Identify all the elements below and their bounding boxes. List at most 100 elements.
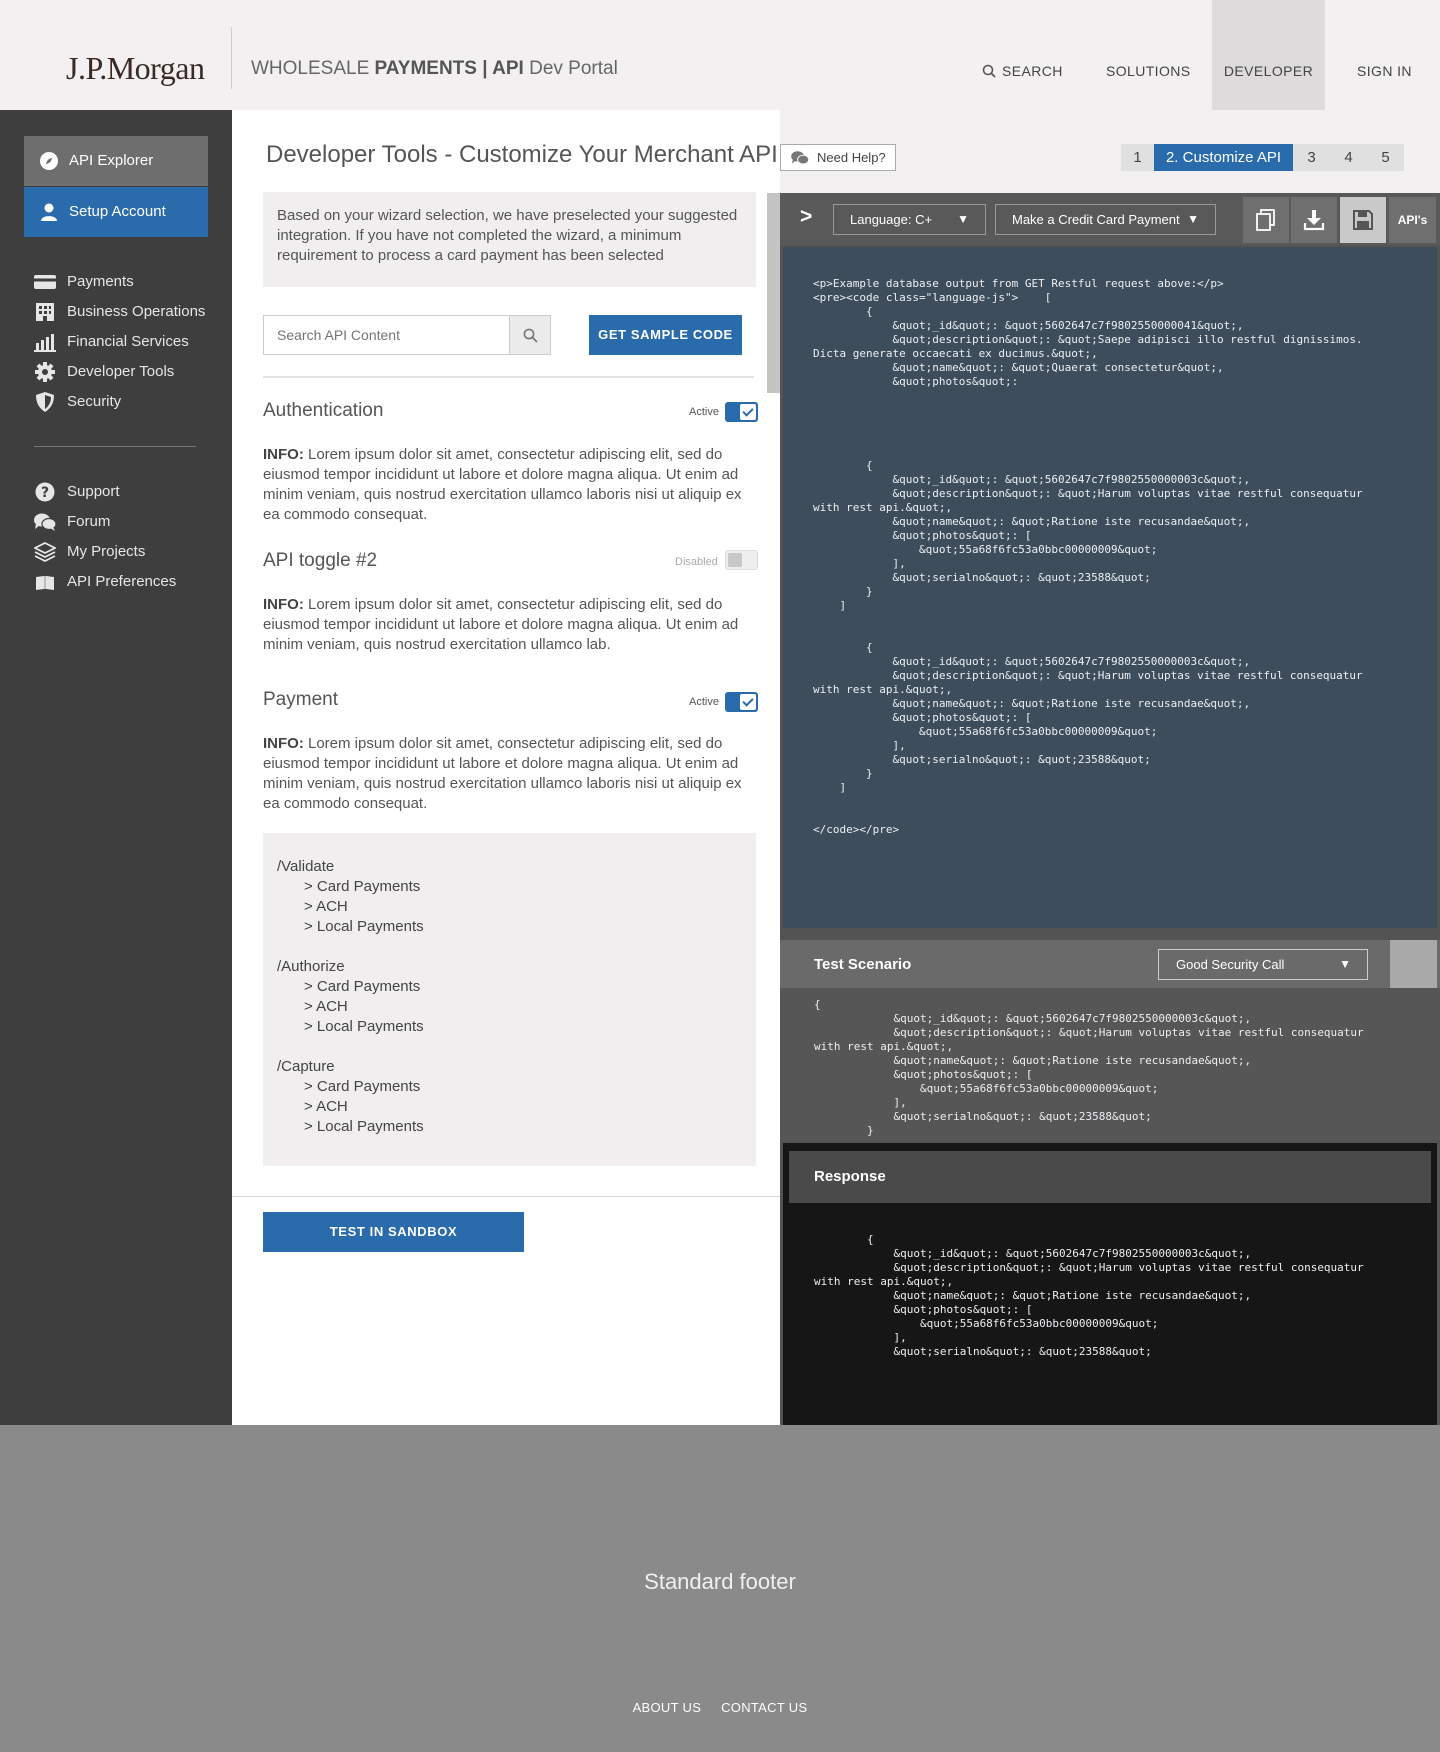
footer-link-about-us[interactable]: ABOUT US	[633, 1700, 702, 1715]
save-button[interactable]	[1340, 197, 1386, 243]
sidebar-item-label: Payments	[67, 273, 134, 290]
svg-text:?: ?	[41, 485, 49, 501]
section-divider	[263, 376, 754, 378]
console-prompt[interactable]: >	[800, 205, 812, 229]
sidebar-item-financial-services[interactable]: Financial Services	[34, 330, 189, 354]
nav-search-label: SEARCH	[1002, 63, 1063, 79]
toggle-knob	[728, 553, 742, 567]
toggle-status-label: Disabled	[675, 556, 718, 568]
footer-link-contact-us[interactable]: CONTACT US	[721, 1700, 807, 1715]
copy-icon	[1256, 209, 1275, 231]
dropdown-arrow-icon: ▼	[1187, 212, 1199, 226]
setup-account-button[interactable]: Setup Account	[24, 187, 208, 237]
sidebar-divider	[34, 446, 196, 447]
nav-signin[interactable]: SIGN IN	[1357, 0, 1412, 110]
endpoint-validate[interactable]: /Validate	[277, 857, 742, 877]
step-1[interactable]: 1	[1121, 144, 1154, 171]
header: J.P.Morgan WHOLESALE PAYMENTS | API Dev …	[0, 0, 1440, 110]
response-panel: Response { &quot;_id&quot;: &quot;560264…	[783, 1143, 1437, 1425]
test-in-sandbox-button[interactable]: TEST IN SANDBOX	[263, 1212, 524, 1252]
portal-title-post: Dev Portal	[523, 58, 618, 79]
scenario-run-button[interactable]	[1390, 940, 1437, 988]
page-title: Developer Tools - Customize Your Merchan…	[266, 141, 778, 168]
scenario-code-viewer[interactable]: { &quot;_id&quot;: &quot;5602647c7f98025…	[780, 988, 1440, 1141]
language-select[interactable]: Language: C+ ▼	[833, 204, 986, 235]
chart-icon	[34, 334, 56, 352]
sidebar-item-label: Business Operations	[67, 303, 206, 320]
sidebar-item-label: Financial Services	[67, 333, 189, 350]
payment-info: INFO: Lorem ipsum dolor sit amet, consec…	[263, 734, 758, 814]
endpoint-item[interactable]: > Card Payments	[277, 1077, 742, 1097]
nav-search[interactable]: SEARCH	[982, 0, 1063, 110]
search-button[interactable]	[509, 316, 550, 354]
api-toggle-2-info: INFO: Lorem ipsum dolor sit amet, consec…	[263, 595, 758, 655]
sidebar-item-support[interactable]: ? Support	[34, 480, 120, 504]
apis-button[interactable]: API's	[1389, 197, 1436, 243]
get-sample-code-button[interactable]: GET SAMPLE CODE	[589, 315, 742, 355]
endpoint-capture[interactable]: /Capture	[277, 1057, 742, 1077]
portal-title: WHOLESALE PAYMENTS | API Dev Portal	[251, 58, 618, 80]
sidebar-item-label: Developer Tools	[67, 363, 175, 380]
info-label: INFO:	[263, 446, 304, 463]
endpoint-item[interactable]: > Card Payments	[277, 877, 742, 897]
test-scenario-bar: Test Scenario Good Security Call ▼	[780, 940, 1440, 988]
sidebar-item-payments[interactable]: Payments	[34, 270, 134, 294]
search-input[interactable]	[264, 316, 509, 354]
endpoint-item[interactable]: > Card Payments	[277, 977, 742, 997]
header-divider	[231, 27, 232, 89]
endpoint-item[interactable]: > Local Payments	[277, 1117, 742, 1137]
dropdown-arrow-icon: ▼	[1339, 957, 1351, 971]
endpoint-group: /Validate > Card Payments > ACH > Local …	[277, 857, 742, 937]
payment-toggle[interactable]	[725, 692, 758, 712]
shield-icon	[36, 392, 54, 412]
endpoints-list: /Validate > Card Payments > ACH > Local …	[263, 833, 756, 1166]
setup-account-label: Setup Account	[69, 203, 166, 220]
endpoint-item[interactable]: > ACH	[277, 1097, 742, 1117]
download-button[interactable]	[1291, 197, 1337, 243]
gear-icon	[35, 362, 55, 382]
sidebar-item-api-preferences[interactable]: API Preferences	[34, 570, 176, 594]
sample-code: <p>Example database output from GET Rest…	[813, 277, 1363, 836]
nav-developer[interactable]: DEVELOPER	[1212, 0, 1325, 110]
sidebar-item-my-projects[interactable]: My Projects	[34, 540, 145, 564]
layers-icon	[34, 542, 56, 562]
sidebar-item-business-operations[interactable]: Business Operations	[34, 300, 205, 324]
scrollbar-thumb[interactable]	[767, 193, 780, 393]
toggle-status-label: Active	[689, 406, 719, 418]
endpoint-item[interactable]: > ACH	[277, 997, 742, 1017]
portal-title-pre: WHOLESALE	[251, 58, 375, 79]
sidebar-item-label: Forum	[67, 513, 111, 530]
authentication-toggle[interactable]	[725, 402, 758, 422]
api-toggle-2[interactable]	[725, 550, 758, 570]
nav-solutions[interactable]: SOLUTIONS	[1106, 0, 1191, 110]
scenario-select[interactable]: Good Security Call ▼	[1158, 949, 1368, 980]
need-help-label: Need Help?	[817, 150, 886, 165]
api-explorer-button[interactable]: API Explorer	[24, 136, 208, 186]
download-icon	[1303, 210, 1325, 231]
language-select-value: Language: C+	[850, 212, 933, 227]
response-code-viewer[interactable]: { &quot;_id&quot;: &quot;5602647c7f98025…	[783, 1233, 1395, 1359]
endpoint-item[interactable]: > Local Payments	[277, 1017, 742, 1037]
info-text: Lorem ipsum dolor sit amet, consectetur …	[263, 596, 739, 653]
sidebar-item-developer-tools[interactable]: Developer Tools	[34, 360, 174, 384]
payment-type-select[interactable]: Make a Credit Card Payment ▼	[995, 204, 1216, 235]
scenario-code: { &quot;_id&quot;: &quot;5602647c7f98025…	[814, 998, 1364, 1137]
sidebar-item-security[interactable]: Security	[34, 390, 121, 414]
jpmorgan-logo[interactable]: J.P.Morgan	[66, 50, 205, 87]
copy-button[interactable]	[1243, 197, 1289, 243]
search-icon	[523, 328, 538, 343]
sidebar-item-forum[interactable]: Forum	[34, 510, 110, 534]
endpoint-item[interactable]: > Local Payments	[277, 917, 742, 937]
endpoint-item[interactable]: > ACH	[277, 897, 742, 917]
chat-icon	[791, 151, 809, 165]
section-title-payment: Payment	[263, 689, 338, 710]
step-5[interactable]: 5	[1367, 144, 1404, 171]
code-viewer[interactable]: <p>Example database output from GET Rest…	[783, 247, 1437, 928]
toggle-checkmark	[740, 404, 756, 420]
endpoint-authorize[interactable]: /Authorize	[277, 957, 742, 977]
step-3[interactable]: 3	[1293, 144, 1330, 171]
step-2-customize-api[interactable]: 2. Customize API	[1154, 144, 1293, 171]
toggle-status-label: Active	[689, 696, 719, 708]
need-help-button[interactable]: Need Help?	[780, 144, 896, 171]
step-4[interactable]: 4	[1330, 144, 1367, 171]
